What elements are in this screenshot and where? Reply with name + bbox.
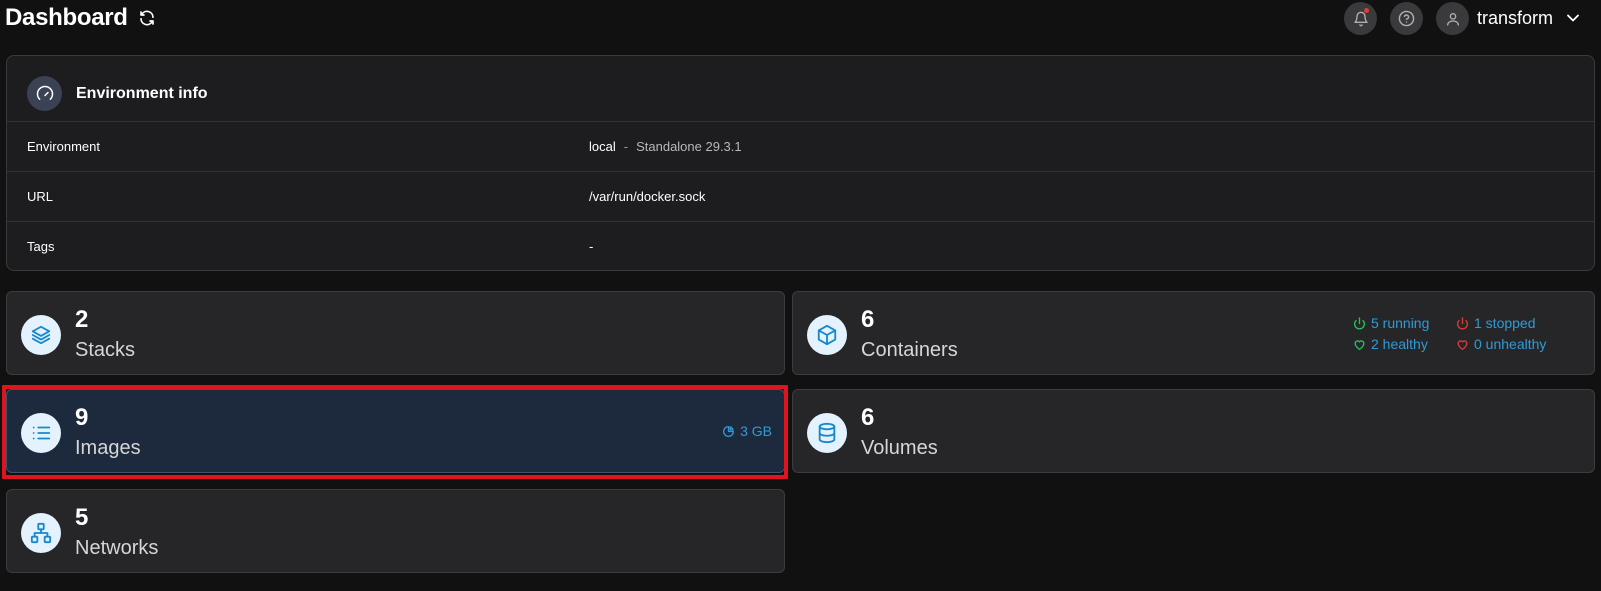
environment-info-header: Environment info <box>7 56 1594 122</box>
stacks-icon-circle <box>21 315 61 355</box>
networks-label: Networks <box>75 537 159 559</box>
env-row-value: /var/run/docker.sock <box>589 189 706 204</box>
networks-count: 5 <box>75 504 89 531</box>
user-avatar-button[interactable] <box>1436 2 1469 35</box>
notification-dot <box>1364 8 1369 13</box>
env-row-label: URL <box>27 189 54 204</box>
chevron-down-icon[interactable] <box>1567 14 1579 22</box>
power-icon <box>1456 316 1469 329</box>
stacks-count: 2 <box>75 306 89 333</box>
env-row-label: Tags <box>27 239 55 254</box>
stopped-stat: 1 stopped <box>1456 315 1536 331</box>
heart-icon <box>1457 339 1468 350</box>
pie-chart-icon <box>723 425 735 437</box>
containers-icon-circle <box>807 315 847 355</box>
env-row-url: URL /var/run/docker.sock <box>7 172 1594 222</box>
healthy-count: 2 healthy <box>1371 336 1428 352</box>
env-row-value: local - Standalone 29.3.1 <box>589 139 742 154</box>
env-row-tags: Tags - <box>7 222 1594 270</box>
username[interactable]: transform <box>1477 8 1553 29</box>
refresh-icon[interactable] <box>138 9 156 27</box>
images-card[interactable]: 9 Images 3 GB <box>6 389 785 473</box>
stacks-label: Stacks <box>75 339 136 361</box>
networks-card[interactable]: 5 Networks <box>6 489 785 573</box>
box-icon <box>817 324 837 346</box>
list-icon <box>32 426 51 440</box>
environment-info-title: Environment info <box>76 85 208 102</box>
containers-label: Containers <box>861 339 958 361</box>
running-stat: 5 running <box>1353 315 1429 331</box>
images-label: Images <box>75 437 141 459</box>
help-icon <box>1398 10 1415 27</box>
volumes-count: 6 <box>861 404 875 431</box>
env-row-label: Environment <box>27 139 100 154</box>
images-size-value: 3 GB <box>740 423 772 439</box>
env-row-environment: Environment local - Standalone 29.3.1 <box>7 122 1594 172</box>
environment-name: local <box>589 139 616 154</box>
volumes-icon-circle <box>807 413 847 453</box>
heart-icon <box>1354 339 1365 350</box>
unhealthy-count: 0 unhealthy <box>1474 336 1547 352</box>
network-icon <box>30 522 52 544</box>
page-header: Dashboard transform <box>0 0 1601 40</box>
environment-detail: Standalone 29.3.1 <box>636 139 742 154</box>
environment-info-panel: Environment info Environment local - Stand… <box>6 55 1595 271</box>
volumes-label: Volumes <box>861 437 938 459</box>
env-row-value: - <box>589 239 594 254</box>
stacks-card[interactable]: 2 Stacks <box>6 291 785 375</box>
gauge-icon <box>36 85 53 100</box>
images-count: 9 <box>75 404 89 431</box>
database-icon <box>818 422 836 444</box>
page-title: Dashboard <box>5 4 128 31</box>
running-count: 5 running <box>1371 315 1430 331</box>
env-icon-circle <box>27 76 62 111</box>
containers-card[interactable]: 6 Containers 5 running 1 stopped 2 healt… <box>792 291 1595 375</box>
stopped-count: 1 stopped <box>1474 315 1536 331</box>
images-size: 3 GB <box>722 423 772 439</box>
networks-icon-circle <box>21 513 61 553</box>
env-separator: - <box>623 139 629 154</box>
healthy-stat: 2 healthy <box>1353 336 1428 352</box>
unhealthy-stat: 0 unhealthy <box>1456 336 1546 352</box>
containers-count: 6 <box>861 306 875 333</box>
user-icon <box>1446 12 1459 26</box>
help-button[interactable] <box>1390 2 1423 35</box>
images-icon-circle <box>21 413 61 453</box>
notifications-button[interactable] <box>1344 2 1377 35</box>
layers-icon <box>31 325 51 345</box>
volumes-card[interactable]: 6 Volumes <box>792 389 1595 473</box>
power-icon <box>1353 316 1366 329</box>
